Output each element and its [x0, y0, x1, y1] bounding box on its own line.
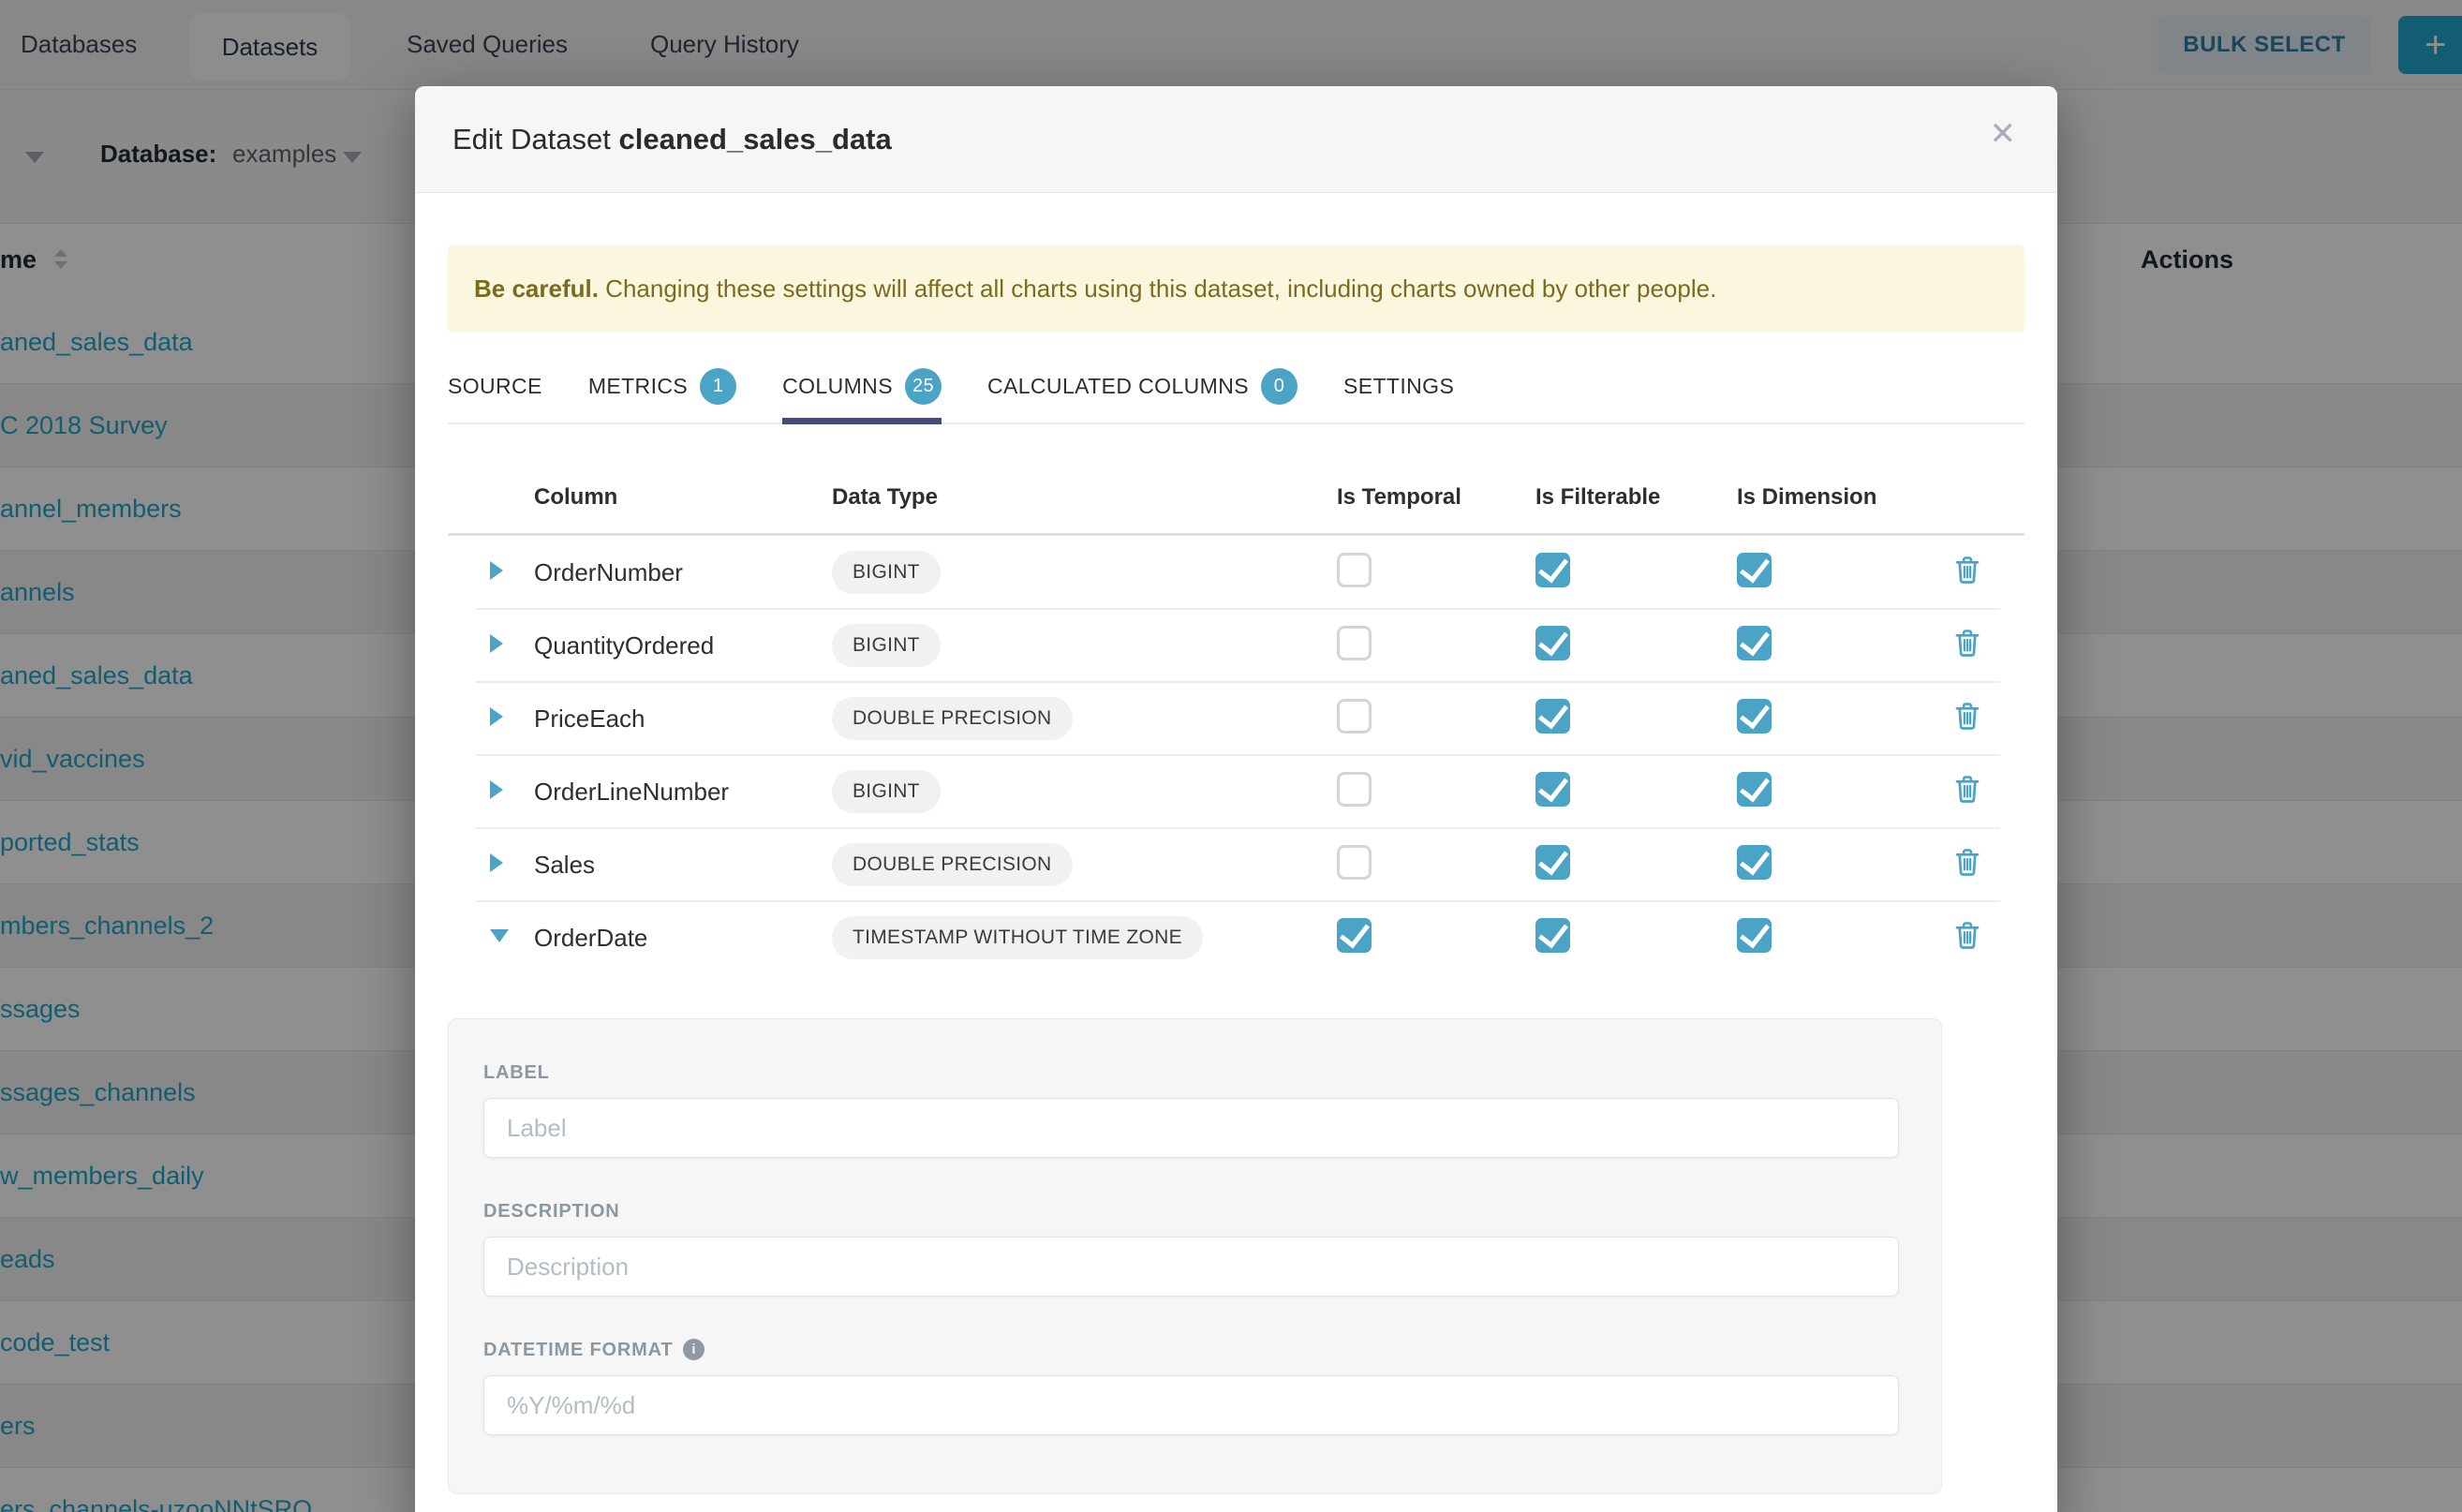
columns-table-header: Column Data Type Is Temporal Is Filterab… [448, 462, 2024, 536]
header-is-temporal: Is Temporal [1337, 484, 1535, 511]
column-row: QuantityOrdered BIGINT [448, 609, 2024, 682]
is-temporal-checkbox[interactable] [1337, 626, 1372, 660]
viewport: Databases Datasets Saved Queries Query H… [0, 0, 2462, 1512]
header-data-type: Data Type [832, 484, 1337, 511]
column-name: OrderDate [534, 924, 832, 953]
delete-icon[interactable] [1954, 702, 1980, 735]
data-type-pill: TIMESTAMP WITHOUT TIME ZONE [832, 916, 1203, 959]
warning-banner: Be careful. Changing these settings will… [448, 245, 2024, 333]
tab-columns[interactable]: COLUMNS 25 [782, 368, 942, 422]
tab-label: SOURCE [448, 374, 542, 399]
column-name: PriceEach [534, 704, 832, 734]
info-icon[interactable]: i [683, 1339, 704, 1360]
modal-tabs: SOURCE METRICS 1 COLUMNS 25 CALCULATED C… [448, 368, 2024, 424]
header-is-dimension: Is Dimension [1737, 484, 1947, 511]
datetime-format-field-label: DATETIME FORMAT i [483, 1340, 1899, 1361]
is-temporal-checkbox[interactable] [1337, 918, 1372, 953]
modal-title: Edit Dataset cleaned_sales_data [452, 123, 892, 156]
column-detail-panel: LABEL DESCRIPTION DATETIME FORMAT i [448, 1018, 1942, 1494]
delete-icon[interactable] [1954, 629, 1980, 662]
modal-header: Edit Dataset cleaned_sales_data ✕ [415, 86, 2057, 193]
column-row: OrderNumber BIGINT [448, 536, 2024, 609]
is-filterable-checkbox[interactable] [1535, 626, 1570, 660]
delete-icon[interactable] [1954, 848, 1980, 882]
column-name: OrderLineNumber [534, 778, 832, 807]
header-is-filterable: Is Filterable [1535, 484, 1737, 511]
data-type-pill: BIGINT [832, 770, 941, 813]
warning-text: Changing these settings will affect all … [599, 274, 1716, 303]
tab-metrics[interactable]: METRICS 1 [588, 368, 736, 422]
is-dimension-checkbox[interactable] [1737, 699, 1772, 734]
column-name: Sales [534, 851, 832, 880]
tab-source[interactable]: SOURCE [448, 368, 542, 422]
is-temporal-checkbox[interactable] [1337, 845, 1372, 880]
column-name: OrderNumber [534, 558, 832, 587]
column-row: PriceEach DOUBLE PRECISION [448, 682, 2024, 755]
close-icon[interactable]: ✕ [1990, 118, 2017, 150]
expand-caret-icon[interactable] [490, 707, 503, 726]
is-temporal-checkbox[interactable] [1337, 699, 1372, 734]
is-filterable-checkbox[interactable] [1535, 699, 1570, 734]
tab-calculated-columns[interactable]: CALCULATED COLUMNS 0 [987, 368, 1298, 422]
data-type-pill: DOUBLE PRECISION [832, 697, 1073, 740]
modal-title-dataset-name: cleaned_sales_data [619, 123, 892, 156]
is-temporal-checkbox[interactable] [1337, 553, 1372, 587]
is-dimension-checkbox[interactable] [1737, 918, 1772, 953]
delete-icon[interactable] [1954, 556, 1980, 589]
description-field-label: DESCRIPTION [483, 1201, 1899, 1223]
column-row: Sales DOUBLE PRECISION [448, 828, 2024, 901]
datetime-format-field: DATETIME FORMAT i [483, 1340, 1899, 1435]
tab-settings[interactable]: SETTINGS [1343, 368, 1454, 422]
datetime-format-input[interactable] [483, 1375, 1899, 1435]
columns-count-badge: 25 [905, 368, 942, 405]
tab-label: CALCULATED COLUMNS [987, 374, 1249, 399]
is-dimension-checkbox[interactable] [1737, 553, 1772, 587]
delete-icon[interactable] [1954, 921, 1980, 955]
is-filterable-checkbox[interactable] [1535, 918, 1570, 953]
warning-bold: Be careful. [474, 274, 599, 303]
data-type-pill: BIGINT [832, 624, 941, 667]
data-type-pill: BIGINT [832, 551, 941, 594]
modal-body: Be careful. Changing these settings will… [415, 245, 2057, 1494]
tab-label: SETTINGS [1343, 374, 1454, 399]
edit-dataset-modal: Edit Dataset cleaned_sales_data ✕ Be car… [415, 86, 2057, 1512]
expand-caret-icon[interactable] [490, 561, 503, 580]
modal-title-prefix: Edit Dataset [452, 123, 611, 156]
is-filterable-checkbox[interactable] [1535, 845, 1570, 880]
column-name: QuantityOrdered [534, 631, 832, 660]
is-filterable-checkbox[interactable] [1535, 553, 1570, 587]
calculated-columns-count-badge: 0 [1261, 368, 1298, 405]
delete-icon[interactable] [1954, 775, 1980, 808]
columns-table-body: OrderNumber BIGINT QuantityOrdered [448, 536, 2024, 974]
is-filterable-checkbox[interactable] [1535, 772, 1570, 807]
description-input[interactable] [483, 1237, 1899, 1297]
is-dimension-checkbox[interactable] [1737, 772, 1772, 807]
expand-caret-icon[interactable] [490, 929, 509, 942]
label-field: LABEL [483, 1062, 1899, 1158]
tab-label: COLUMNS [782, 374, 893, 399]
metrics-count-badge: 1 [700, 368, 736, 405]
expand-caret-icon[interactable] [490, 634, 503, 653]
is-dimension-checkbox[interactable] [1737, 626, 1772, 660]
label-field-label: LABEL [483, 1062, 1899, 1084]
expand-caret-icon[interactable] [490, 780, 503, 799]
column-row: OrderDate TIMESTAMP WITHOUT TIME ZONE [448, 901, 2024, 974]
is-dimension-checkbox[interactable] [1737, 845, 1772, 880]
is-temporal-checkbox[interactable] [1337, 772, 1372, 807]
expand-caret-icon[interactable] [490, 853, 503, 872]
data-type-pill: DOUBLE PRECISION [832, 843, 1073, 886]
label-input[interactable] [483, 1098, 1899, 1158]
description-field: DESCRIPTION [483, 1201, 1899, 1297]
header-column: Column [534, 484, 832, 511]
tab-label: METRICS [588, 374, 688, 399]
column-row: OrderLineNumber BIGINT [448, 755, 2024, 828]
